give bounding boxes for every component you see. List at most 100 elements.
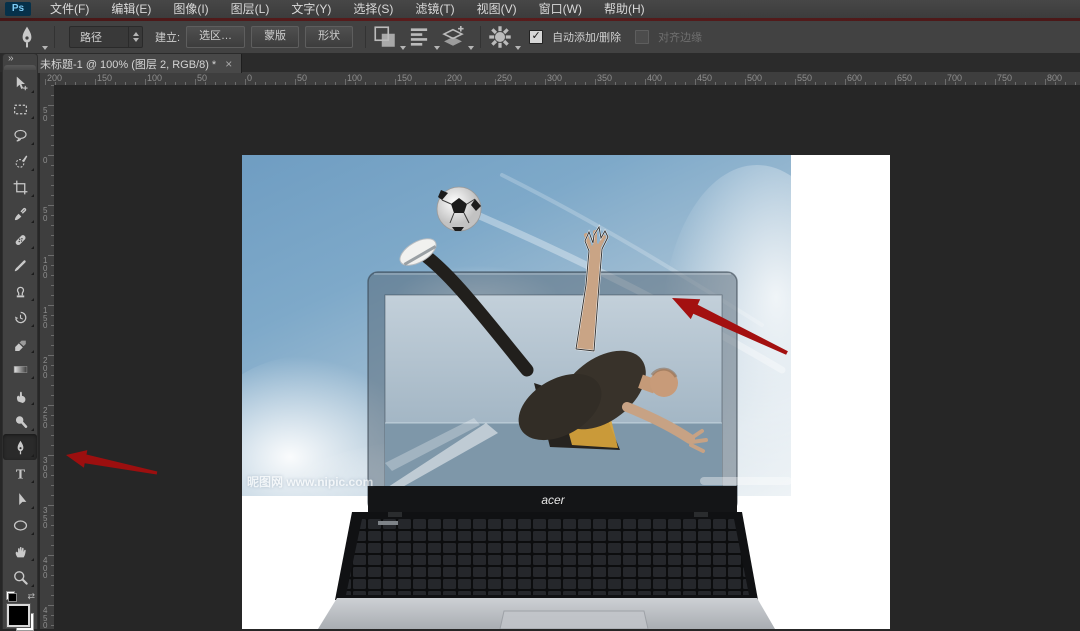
menu-item-help[interactable]: 帮助(H) [593, 0, 656, 18]
move-tool[interactable] [3, 70, 37, 96]
make-shape-button[interactable]: 形状 [305, 26, 353, 48]
path-selection-tool[interactable] [3, 486, 37, 512]
chevron-down-icon[interactable] [42, 46, 48, 50]
h-ruler-label: 450 [697, 73, 712, 83]
h-ruler-label: 150 [397, 73, 412, 83]
menu-item-image[interactable]: 图像(I) [162, 0, 219, 18]
document-window: 200 150 100 50 0 50 100 150 200 250 300 350 400 450 50… [40, 72, 1080, 629]
default-colors-icon[interactable] [6, 591, 17, 602]
pen-tool-preset-button[interactable] [14, 26, 40, 48]
zoom-tool[interactable] [3, 564, 37, 590]
menu-item-select[interactable]: 选择(S) [342, 0, 404, 18]
eraser-tool[interactable] [3, 330, 37, 356]
collapse-panel-button[interactable]: » [3, 54, 37, 65]
make-selection-button[interactable]: 选区… [186, 26, 245, 48]
quick-selection-tool[interactable] [3, 148, 37, 174]
photoshop-logo: Ps [5, 2, 31, 16]
h-ruler-label: 100 [347, 73, 362, 83]
auto-add-delete-label: 自动添加/删除 [552, 29, 621, 45]
menu-item-window[interactable]: 窗口(W) [528, 0, 593, 18]
h-ruler-label: 600 [847, 73, 862, 83]
menu-item-view[interactable]: 视图(V) [466, 0, 528, 18]
v-ruler-label: 400 [43, 557, 50, 580]
h-ruler-label: 800 [1047, 73, 1062, 83]
path-alignment-button[interactable] [406, 26, 432, 48]
tool-options-bar: 路径 建立: 选区… 蒙版形状 ✓ 自动添加/删除 对齐边缘 [0, 21, 1080, 54]
h-ruler-label: 50 [297, 73, 307, 83]
path-arrangement-icon [440, 24, 466, 50]
canvas[interactable]: acer [242, 155, 890, 629]
photo-id-watermark [700, 477, 792, 485]
swap-colors-icon[interactable]: ⇄ [27, 591, 35, 602]
acer-logo: acer [541, 493, 565, 507]
eyedropper-tool[interactable] [3, 200, 37, 226]
crop-tool[interactable] [3, 174, 37, 200]
rectangular-marquee-tool[interactable] [3, 96, 37, 122]
make-mask-button[interactable]: 蒙版 [251, 26, 299, 48]
menu-item-file[interactable]: 文件(F) [39, 0, 100, 18]
spinner-arrows-icon[interactable] [128, 27, 142, 47]
svg-text:T: T [15, 466, 24, 481]
make-label: 建立: [155, 29, 180, 45]
type-tool[interactable]: T [3, 460, 37, 486]
menu-item-filter[interactable]: 滤镜(T) [404, 0, 465, 18]
v-ruler-label: 100 [43, 257, 50, 280]
gradient-tool[interactable] [3, 356, 37, 382]
v-ruler-label: 50 [43, 207, 50, 222]
path-alignment-icon [406, 24, 432, 50]
h-ruler-label: 650 [897, 73, 912, 83]
v-ruler-label: 450 [43, 607, 50, 629]
v-ruler-label: 350 [43, 507, 50, 530]
document-tab-title: 未标题-1 @ 100% (图层 2, RGB/8) * [40, 56, 216, 72]
document-tab-bar: 未标题-1 @ 100% (图层 2, RGB/8) * × [0, 53, 1080, 72]
ellipse-tool[interactable] [3, 512, 37, 538]
h-ruler-label: 250 [497, 73, 512, 83]
chevron-down-icon[interactable] [515, 46, 521, 50]
canvas-viewport[interactable]: acer [54, 85, 1080, 629]
align-edges-checkbox[interactable] [635, 30, 649, 44]
chevron-down-icon[interactable] [468, 46, 474, 50]
gear-icon [487, 24, 513, 50]
tool-mode-select[interactable]: 路径 [69, 26, 143, 48]
menu-item-layer[interactable]: 图层(L) [220, 0, 281, 18]
menu-bar: Ps 文件(F)编辑(E)图像(I)图层(L)文字(Y)选择(S)滤镜(T)视图… [0, 0, 1080, 18]
brush-tool[interactable] [3, 252, 37, 278]
menu-item-edit[interactable]: 编辑(E) [100, 0, 162, 18]
clone-stamp-tool[interactable] [3, 278, 37, 304]
path-arrangement-button[interactable] [440, 26, 466, 48]
h-ruler-label: 700 [947, 73, 962, 83]
lasso-tool[interactable] [3, 122, 37, 148]
pen-tool[interactable] [3, 434, 37, 460]
hand-tool[interactable] [3, 538, 37, 564]
h-ruler-label: 350 [597, 73, 612, 83]
h-ruler-label: 50 [197, 73, 207, 83]
auto-add-delete-checkbox[interactable]: ✓ [529, 30, 543, 44]
path-operations-icon [372, 24, 398, 50]
align-edges-label: 对齐边缘 [658, 29, 702, 45]
pen-options-gear-button[interactable] [487, 26, 513, 48]
close-icon[interactable]: × [225, 57, 232, 71]
h-ruler-label: 100 [147, 73, 162, 83]
tool-mode-value: 路径 [70, 29, 128, 45]
h-ruler-label: 550 [797, 73, 812, 83]
spot-healing-brush-tool[interactable] [3, 226, 37, 252]
tools-panel: » T ⇄ [2, 53, 38, 629]
smudge-tool[interactable] [3, 382, 37, 408]
history-brush-tool[interactable] [3, 304, 37, 330]
v-ruler-label: 50 [43, 107, 50, 122]
color-swatches: ⇄ [3, 591, 37, 631]
v-ruler-label: 150 [43, 307, 50, 330]
vertical-ruler[interactable]: 50050100150200250300350400450 [40, 85, 55, 629]
foreground-color-swatch[interactable] [7, 604, 30, 627]
h-ruler-label: 300 [547, 73, 562, 83]
path-operations-button[interactable] [372, 26, 398, 48]
h-ruler-label: 0 [247, 73, 252, 83]
document-tab[interactable]: 未标题-1 @ 100% (图层 2, RGB/8) * × [30, 53, 242, 73]
h-ruler-label: 200 [47, 73, 62, 83]
menu-item-type[interactable]: 文字(Y) [280, 0, 342, 18]
v-ruler-label: 200 [43, 357, 50, 380]
photo-watermark: 昵图网 www.nipic.com [247, 473, 373, 490]
horizontal-ruler[interactable]: 2001501005005010015020025030035040045050… [40, 72, 1080, 86]
h-ruler-label: 200 [447, 73, 462, 83]
dodge-tool[interactable] [3, 408, 37, 434]
